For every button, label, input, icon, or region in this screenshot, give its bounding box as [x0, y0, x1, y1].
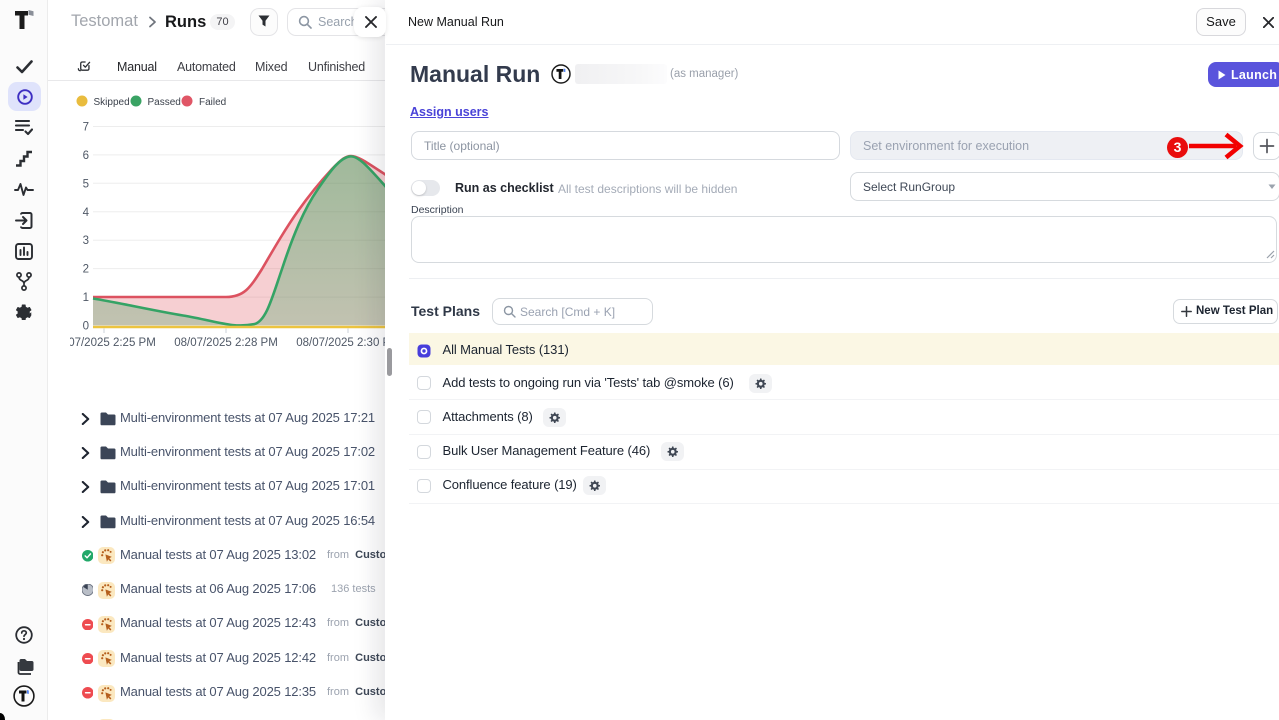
svg-text:2: 2: [83, 264, 89, 276]
svg-text:Passed: Passed: [148, 97, 181, 108]
svg-text:3: 3: [83, 235, 89, 247]
svg-text:08/07/2025 2:28 PM: 08/07/2025 2:28 PM: [174, 337, 278, 349]
svg-text:0: 0: [83, 321, 89, 333]
svg-text:6: 6: [83, 150, 89, 162]
svg-text:5: 5: [83, 178, 89, 190]
svg-text:Skipped: Skipped: [94, 97, 130, 108]
svg-text:08/07/2025 2:30 PM: 08/07/2025 2:30 PM: [296, 337, 388, 349]
svg-text:7: 7: [83, 122, 89, 134]
svg-text:Failed: Failed: [199, 97, 226, 108]
svg-text:4: 4: [83, 207, 90, 219]
svg-text:1: 1: [83, 292, 89, 304]
